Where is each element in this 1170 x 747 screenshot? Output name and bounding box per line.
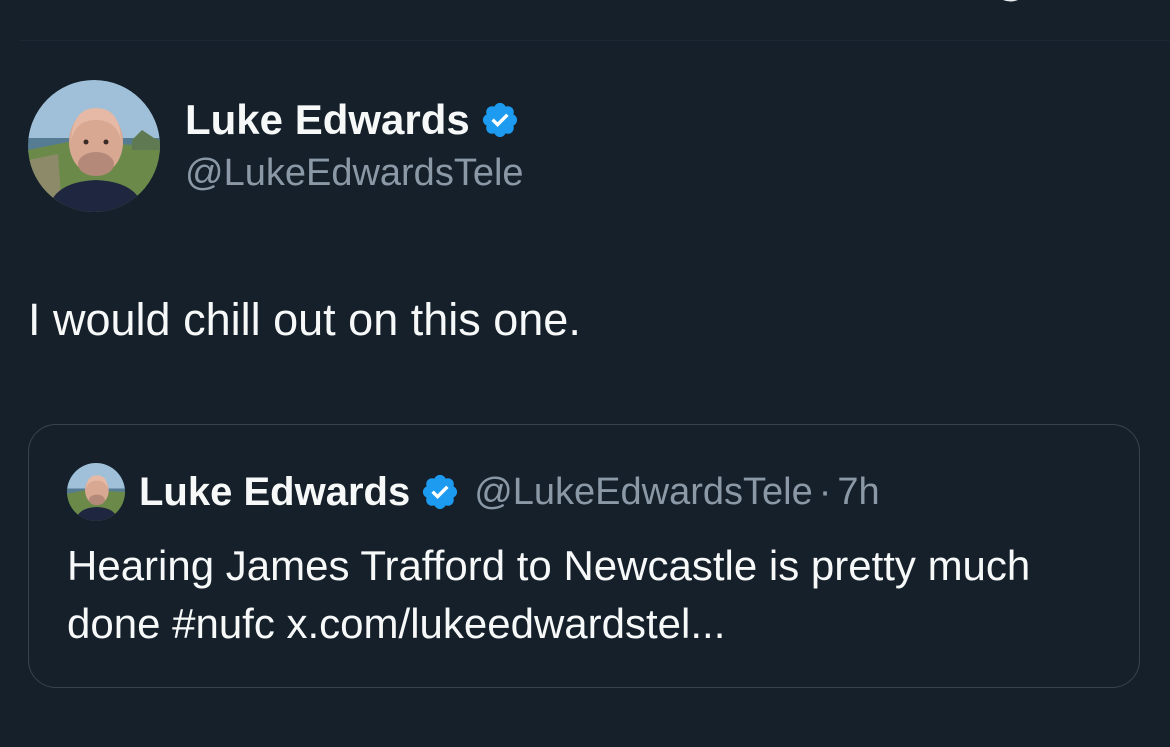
author-names: Luke Edwards @LukeEdwardsTele [185, 95, 524, 197]
verified-badge-icon[interactable] [420, 472, 460, 512]
top-bar-divider [20, 0, 1170, 41]
meta-separator: · [818, 470, 832, 513]
tweet-detail-view: Luke Edwards @LukeEdwardsTele I would ch… [0, 0, 1170, 747]
quoted-avatar[interactable] [67, 463, 125, 521]
verified-badge-icon[interactable] [480, 100, 520, 140]
quoted-tweet-card[interactable]: Luke Edwards @LukeEdwardsTele · 7h Heari… [28, 424, 1140, 688]
tweet-text: I would chill out on this one. [28, 294, 581, 345]
partial-top-icon [1003, 0, 1018, 2]
quoted-tweet-time[interactable]: 7h [837, 471, 879, 514]
name-row: Luke Edwards [185, 95, 524, 145]
author-display-name[interactable]: Luke Edwards [185, 95, 470, 145]
quoted-tweet-text: Hearing James Trafford to Newcastle is p… [67, 542, 1031, 647]
author-handle[interactable]: @LukeEdwardsTele [185, 149, 524, 197]
avatar[interactable] [28, 80, 160, 212]
quoted-tweet-header: Luke Edwards @LukeEdwardsTele · 7h [67, 463, 880, 521]
tweet-author[interactable]: Luke Edwards @LukeEdwardsTele [28, 80, 524, 212]
quoted-author-handle[interactable]: @LukeEdwardsTele [474, 471, 813, 514]
quoted-author-display-name[interactable]: Luke Edwards [139, 470, 410, 515]
